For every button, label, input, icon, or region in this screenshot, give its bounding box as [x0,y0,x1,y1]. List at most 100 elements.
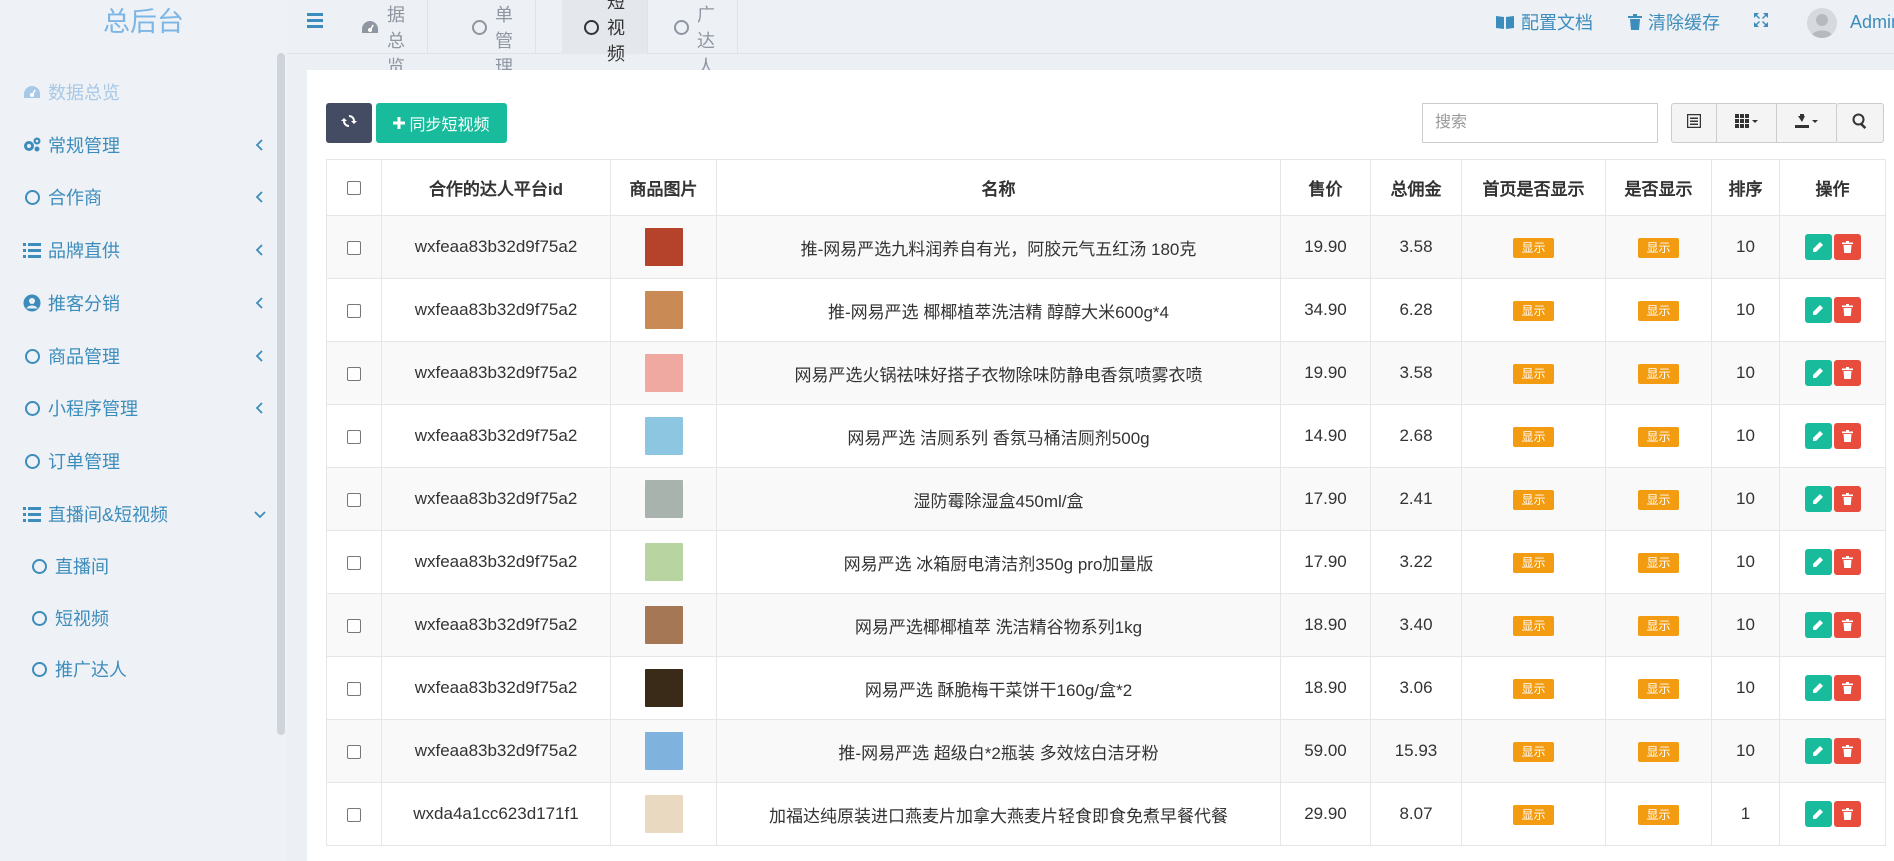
status-badge[interactable]: 显示 [1513,804,1554,825]
row-checkbox[interactable] [347,366,361,381]
status-badge[interactable]: 显示 [1513,300,1554,321]
status-badge[interactable]: 显示 [1513,678,1554,699]
column-header[interactable]: 合作的达人平台id [381,159,611,216]
edit-button[interactable] [1804,360,1832,386]
status-badge[interactable]: 显示 [1513,237,1554,258]
sidebar-subitem[interactable]: 短视频 [0,598,275,638]
delete-button[interactable] [1833,297,1861,323]
menu-toggle-icon[interactable] [307,12,327,30]
product-thumbnail[interactable] [644,480,683,518]
column-header[interactable]: 排序 [1711,159,1780,216]
sidebar-subitem[interactable]: 直播间 [0,546,275,586]
user-menu[interactable]: Admin [1850,0,1894,44]
tab[interactable]: 订单管理 [450,0,536,77]
status-badge[interactable]: 显示 [1513,489,1554,510]
status-badge[interactable]: 显示 [1638,363,1679,384]
edit-button[interactable] [1804,297,1832,323]
delete-button[interactable] [1833,738,1861,764]
edit-button[interactable] [1804,423,1832,449]
delete-button[interactable] [1833,486,1861,512]
edit-button[interactable] [1804,549,1832,575]
table-row[interactable]: wxfeaa83b32d9f75a2 湿防霉除湿盒450ml/盒 17.90 2.41… [326,467,1886,531]
status-badge[interactable]: 显示 [1513,615,1554,636]
sync-videos-button[interactable]: 同步短视频 [376,103,507,143]
product-thumbnail[interactable] [644,732,683,770]
status-badge[interactable]: 显示 [1638,678,1679,699]
status-badge[interactable]: 显示 [1638,426,1679,447]
status-badge[interactable]: 显示 [1638,804,1679,825]
select-all-checkbox[interactable] [347,181,361,196]
tab[interactable]: 短视频 [562,0,648,64]
row-checkbox[interactable] [347,492,361,507]
delete-button[interactable] [1833,234,1861,260]
export-dropdown-button[interactable] [1777,104,1837,142]
delete-button[interactable] [1833,612,1861,638]
delete-button[interactable] [1833,675,1861,701]
app-logo[interactable]: 总后台 [0,0,287,48]
table-row[interactable]: wxfeaa83b32d9f75a2 推-网易严选 超级白*2瓶装 多效炫白洁牙粉… [326,719,1886,783]
product-thumbnail[interactable] [644,291,683,329]
edit-button[interactable] [1804,612,1832,638]
sidebar-item[interactable]: 品牌直供 [0,230,275,270]
edit-button[interactable] [1804,801,1832,827]
column-header[interactable]: 总佣金 [1370,159,1462,216]
column-header[interactable]: 首页是否显示 [1461,159,1606,216]
sidebar-item[interactable]: 常规管理 [0,125,275,165]
status-badge[interactable]: 显示 [1513,363,1554,384]
sidebar-scrollbar[interactable] [277,53,285,735]
tab[interactable]: 推广达人 [652,0,738,77]
toggle-view-button[interactable] [1672,104,1717,142]
table-row[interactable]: wxfeaa83b32d9f75a2 推-网易严选九料润养自有光，阿胶元气五红汤 … [326,215,1886,279]
table-row[interactable]: wxfeaa83b32d9f75a2 推-网易严选 椰椰植萃洗洁精 醇醇大米600… [326,278,1886,342]
product-thumbnail[interactable] [644,543,683,581]
table-row[interactable]: wxfeaa83b32d9f75a2 网易严选 冰箱厨电清洁剂350g pro加量… [326,530,1886,594]
product-thumbnail[interactable] [644,669,683,707]
tab[interactable]: 数据总览 [339,0,428,77]
sidebar-item[interactable]: 商品管理 [0,336,275,376]
config-doc-link[interactable]: 配置文档 [1495,0,1593,44]
status-badge[interactable]: 显示 [1638,300,1679,321]
search-input[interactable] [1422,103,1658,143]
status-badge[interactable]: 显示 [1638,615,1679,636]
sidebar-item[interactable]: 推客分销 [0,283,275,323]
edit-button[interactable] [1804,234,1832,260]
avatar[interactable] [1807,8,1837,38]
sidebar-item[interactable]: 直播间&短视频 [0,494,275,534]
delete-button[interactable] [1833,801,1861,827]
sidebar-item[interactable]: 数据总览 [0,72,275,112]
column-header[interactable]: 商品图片 [610,159,717,216]
delete-button[interactable] [1833,360,1861,386]
row-checkbox[interactable] [347,303,361,318]
row-checkbox[interactable] [347,429,361,444]
row-checkbox[interactable] [347,555,361,570]
edit-button[interactable] [1804,486,1832,512]
sidebar-item[interactable]: 小程序管理 [0,388,275,428]
product-thumbnail[interactable] [644,354,683,392]
sidebar-item[interactable]: 合作商 [0,177,275,217]
edit-button[interactable] [1804,675,1832,701]
sidebar-subitem[interactable]: 推广达人 [0,649,275,689]
columns-dropdown-button[interactable] [1717,104,1777,142]
table-row[interactable]: wxfeaa83b32d9f75a2 网易严选椰椰植萃 洗洁精谷物系列1kg 18.… [326,593,1886,657]
product-thumbnail[interactable] [644,417,683,455]
status-badge[interactable]: 显示 [1513,552,1554,573]
delete-button[interactable] [1833,423,1861,449]
status-badge[interactable]: 显示 [1638,552,1679,573]
row-checkbox[interactable] [347,681,361,696]
product-thumbnail[interactable] [644,795,683,833]
status-badge[interactable]: 显示 [1638,489,1679,510]
status-badge[interactable]: 显示 [1638,237,1679,258]
fullscreen-button[interactable] [1753,0,1769,44]
delete-button[interactable] [1833,549,1861,575]
row-checkbox[interactable] [347,744,361,759]
clear-cache-link[interactable]: 清除缓存 [1628,0,1720,44]
row-checkbox[interactable] [347,807,361,822]
refresh-button[interactable] [326,103,372,143]
search-button[interactable] [1836,103,1884,143]
column-header[interactable]: 售价 [1280,159,1371,216]
table-row[interactable]: wxfeaa83b32d9f75a2 网易严选 酥脆梅干菜饼干160g/盒*2 18… [326,656,1886,720]
column-header[interactable]: 名称 [716,159,1281,216]
status-badge[interactable]: 显示 [1513,741,1554,762]
column-header[interactable]: 是否显示 [1605,159,1712,216]
product-thumbnail[interactable] [644,228,683,266]
